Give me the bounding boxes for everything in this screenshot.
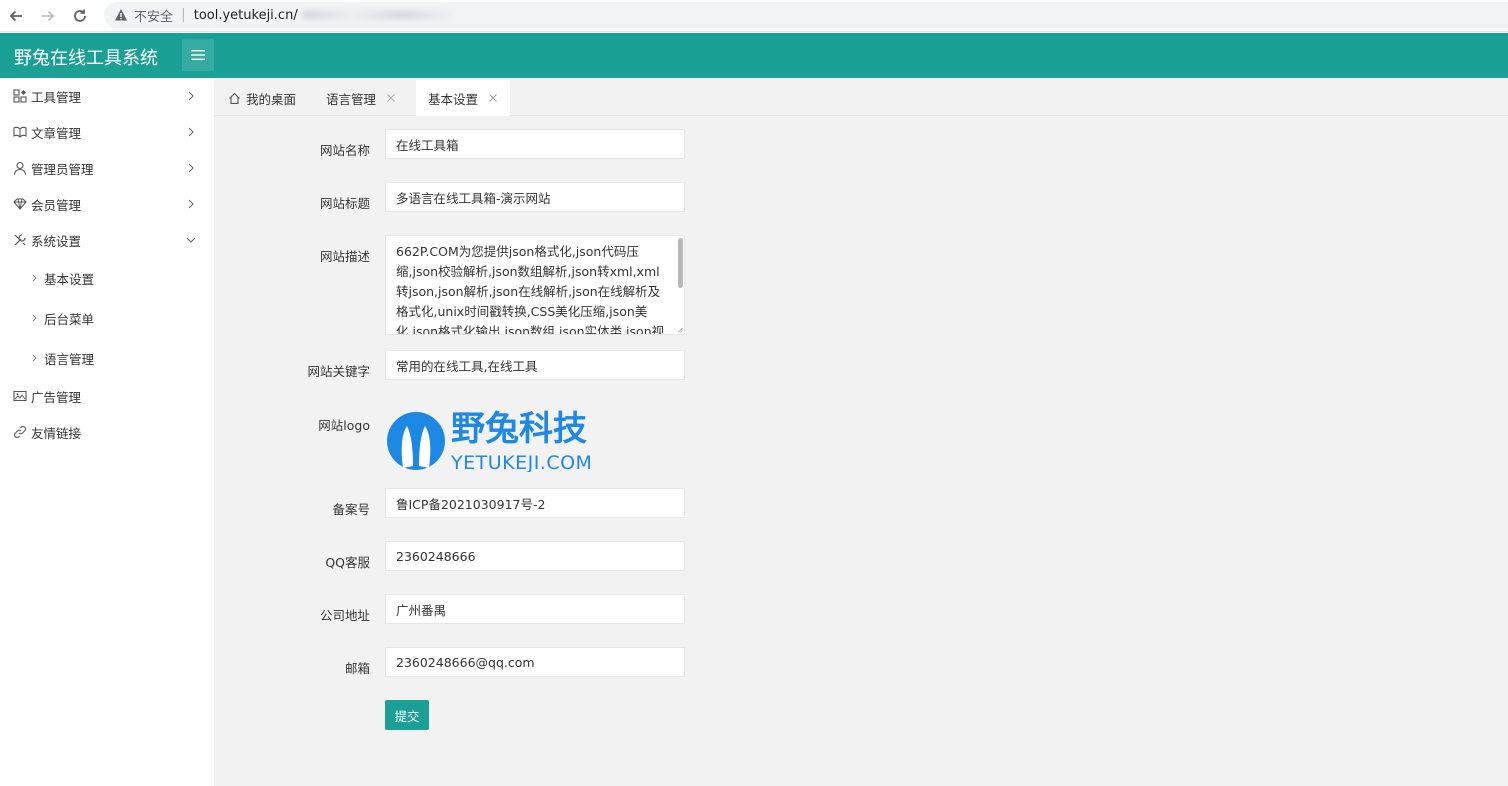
close-icon[interactable] (488, 93, 498, 103)
sidebar-subitem-basic-settings[interactable]: 基本设置 (0, 260, 214, 296)
menu-toggle-button[interactable] (182, 39, 214, 71)
qq-input[interactable]: 2360248666 (385, 541, 685, 571)
tools-icon (14, 234, 26, 246)
site-name-label: 网站名称 (319, 143, 370, 158)
chevron-right-icon (32, 274, 37, 282)
sidebar-subitem-backend-menu[interactable]: 后台菜单 (0, 300, 214, 336)
sidebar-subitem-label: 基本设置 (44, 271, 95, 287)
sidebar-item-label: 友情链接 (31, 425, 82, 441)
book-icon (13, 126, 27, 138)
email-label: 邮箱 (344, 661, 370, 676)
site-name-input[interactable]: 在线工具箱 (385, 129, 685, 159)
site-keywords-label: 网站关键字 (307, 364, 370, 379)
logo-text-cn: 野兔科技 (451, 409, 587, 449)
arrow-left-icon (9, 10, 22, 22)
back-button[interactable] (6, 6, 26, 26)
close-icon[interactable] (386, 93, 396, 103)
site-title-label: 网站标题 (319, 196, 370, 211)
sidebar-item-articles[interactable]: 文章管理 (0, 114, 214, 150)
sidebar-item-members[interactable]: 会员管理 (0, 186, 214, 222)
sidebar-item-tools[interactable]: 工具管理 (0, 78, 214, 114)
sidebar-item-label: 会员管理 (31, 197, 82, 213)
sidebar-item-label: 文章管理 (31, 125, 82, 141)
chevron-right-icon (188, 127, 194, 137)
site-keywords-input[interactable]: 常用的在线工具,在线工具 (385, 350, 685, 380)
insecure-label: 不安全 (134, 9, 174, 25)
icp-label: 备案号 (332, 502, 370, 517)
home-icon (229, 92, 240, 104)
hamburger-icon (191, 50, 205, 60)
chevron-right-icon (32, 314, 37, 322)
chevron-right-icon (188, 163, 194, 173)
site-title-input[interactable]: 多语言在线工具箱-演示网站 (385, 182, 685, 212)
address-bar[interactable]: 不安全 | tool.yetukeji.cn/ (104, 2, 1508, 28)
tab-language[interactable]: 语言管理 (314, 80, 408, 116)
brand-title: 野兔在线工具系统 (14, 48, 158, 69)
diamond-icon (13, 198, 27, 210)
settings-form: 网站名称 在线工具箱 网站标题 多语言在线工具箱-演示网站 网站描述 662P.… (214, 116, 1508, 786)
chevron-down-icon (186, 237, 196, 243)
textarea-scrollbar[interactable] (678, 238, 683, 288)
email-input[interactable]: 2360248666@qq.com (385, 647, 685, 677)
sidebar-item-links[interactable]: 友情链接 (0, 414, 214, 450)
tab-bar: 我的桌面 语言管理 基本设置 (214, 78, 1508, 116)
sidebar-item-system-settings[interactable]: 系统设置 (0, 222, 214, 258)
tab-label: 我的桌面 (246, 91, 297, 107)
chevron-right-icon (188, 91, 194, 101)
app-header: 野兔在线工具系统 (0, 33, 1508, 78)
site-logo-image[interactable]: 野兔科技 YETUKEJI.COM (385, 408, 625, 474)
tab-desktop[interactable]: 我的桌面 (216, 80, 308, 116)
logo-text-en: YETUKEJI.COM (450, 452, 592, 472)
reload-icon (74, 9, 86, 22)
site-logo-label: 网站logo (318, 418, 370, 433)
sidebar-item-label: 系统设置 (31, 233, 82, 249)
tab-label: 语言管理 (326, 91, 377, 107)
rabbit-logo: 野兔科技 YETUKEJI.COM (387, 409, 592, 474)
chevron-right-icon (188, 199, 194, 209)
sidebar-item-label: 工具管理 (31, 89, 82, 105)
reload-button[interactable] (70, 6, 90, 26)
sidebar-subitem-label: 后台菜单 (44, 311, 95, 327)
tab-basic-settings[interactable]: 基本设置 (416, 80, 511, 116)
resize-handle-icon[interactable] (677, 327, 683, 333)
sidebar-item-ads[interactable]: 广告管理 (0, 378, 214, 414)
icp-input[interactable]: 鲁ICP备2021030917号-2 (385, 488, 685, 518)
address-input[interactable]: 广州番禺 (385, 594, 685, 624)
sidebar-subitem-language[interactable]: 语言管理 (0, 340, 214, 376)
site-desc-label: 网站描述 (319, 249, 370, 264)
url-text: tool.yetukeji.cn/ (193, 7, 298, 23)
user-icon (13, 161, 27, 175)
qq-label: QQ客服 (325, 555, 370, 570)
chevron-right-icon (32, 354, 37, 362)
forward-button[interactable] (38, 6, 58, 26)
sidebar-subitem-label: 语言管理 (44, 351, 95, 367)
warning-icon (115, 9, 127, 21)
sidebar-item-label: 管理员管理 (31, 161, 94, 177)
site-desc-textarea[interactable]: 662P.COM为您提供json格式化,json代码压缩,json校验解析,js… (385, 235, 685, 335)
url-redacted (301, 10, 452, 20)
arrow-right-icon (42, 10, 55, 22)
address-label: 公司地址 (319, 608, 370, 623)
sidebar-item-admins[interactable]: 管理员管理 (0, 150, 214, 186)
grid-icon (13, 89, 27, 103)
link-icon (13, 425, 27, 439)
browser-toolbar: 不安全 | tool.yetukeji.cn/ (0, 0, 1508, 32)
tab-label: 基本设置 (428, 91, 479, 107)
sidebar-item-label: 广告管理 (31, 389, 82, 405)
site-desc-text: 662P.COM为您提供json格式化,json代码压缩,json校验解析,js… (396, 244, 665, 335)
submit-button[interactable]: 提交 (385, 700, 429, 730)
address-separator: | (181, 7, 186, 23)
sidebar: 工具管理 文章管理 管理员管理 会员管理 系统设置 基本设置 后台菜单 语言管理… (0, 78, 214, 786)
image-icon (13, 390, 27, 402)
